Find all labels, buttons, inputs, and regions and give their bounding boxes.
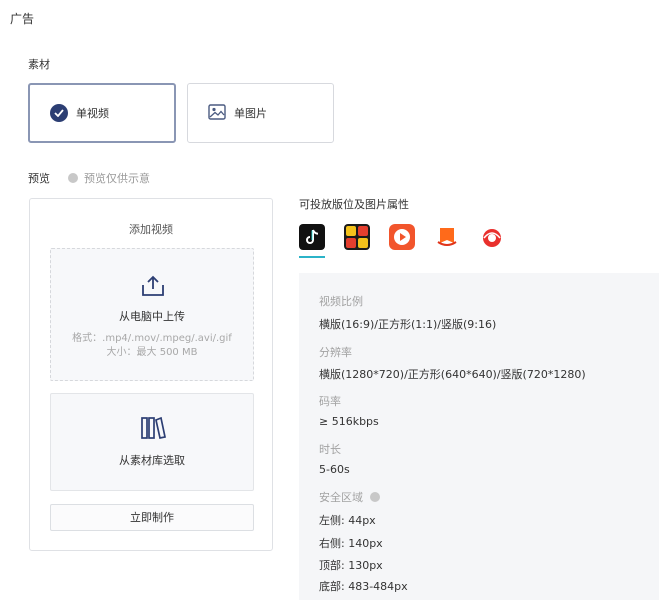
- make-now-button[interactable]: 立即制作: [50, 504, 254, 531]
- safe-area-right: 右侧: 140px: [319, 537, 383, 550]
- spec-label-ratio: 视频比例: [319, 295, 363, 308]
- platform-puzzle[interactable]: [344, 224, 370, 250]
- platform-list: [299, 224, 524, 250]
- platform-video[interactable]: [389, 224, 415, 250]
- spec-value-bitrate: ≥ 516kbps: [319, 415, 379, 428]
- safe-area-top: 顶部: 130px: [319, 559, 383, 572]
- upload-drop-zone[interactable]: 从电脑中上传 格式：.mp4/.mov/.mpeg/.avi/.gif 大小：最…: [50, 248, 254, 381]
- spec-label-bitrate: 码率: [319, 395, 341, 408]
- spec-panel: 视频比例 横版(16:9)/正方形(1:1)/竖版(9:16) 分辨率 横版(1…: [299, 273, 659, 600]
- spec-label-safe-area: 安全区域: [319, 489, 380, 505]
- platform-red[interactable]: [479, 224, 505, 250]
- library-select-zone[interactable]: 从素材库选取: [50, 393, 254, 491]
- platform-tiktok[interactable]: [299, 224, 325, 250]
- material-option-image-label: 单图片: [234, 107, 267, 120]
- spec-label-resolution: 分辨率: [319, 346, 352, 359]
- platform-reader[interactable]: [434, 224, 460, 250]
- spec-value-resolution: 横版(1280*720)/正方形(640*640)/竖版(720*1280): [319, 368, 586, 381]
- section-title: 广告: [10, 12, 35, 26]
- red-app-icon: [479, 224, 505, 250]
- video-play-icon: [389, 224, 415, 250]
- app-puzzle-icon: [344, 224, 370, 250]
- safe-area-bottom: 底部: 483-484px: [319, 580, 408, 593]
- preview-hint: 预览仅供示意: [68, 170, 150, 186]
- library-icon: [139, 416, 167, 443]
- placements-title: 可投放版位及图片属性: [299, 198, 409, 211]
- upload-icon: [140, 275, 166, 300]
- material-option-image[interactable]: 单图片: [187, 83, 334, 143]
- tiktok-icon: [299, 224, 325, 250]
- spec-label-duration: 时长: [319, 443, 341, 456]
- preview-label: 预览: [28, 172, 50, 185]
- preview-hint-text: 预览仅供示意: [84, 172, 150, 185]
- info-icon: [68, 173, 78, 183]
- reader-bookmark-icon: [434, 224, 460, 250]
- safe-area-info-icon[interactable]: [370, 492, 380, 502]
- upload-panel: 添加视频 从电脑中上传 格式：.mp4/.mov/.mpeg/.avi/.gif…: [29, 198, 273, 551]
- upload-panel-title: 添加视频: [129, 223, 173, 236]
- upload-drop-size: 大小：最大 500 MB: [106, 347, 198, 358]
- spec-value-duration: 5-60s: [319, 463, 350, 476]
- platform-active-indicator: [299, 256, 325, 258]
- spec-value-ratio: 横版(16:9)/正方形(1:1)/竖版(9:16): [319, 318, 497, 331]
- upload-drop-formats: 格式：.mp4/.mov/.mpeg/.avi/.gif: [72, 333, 232, 344]
- check-circle-icon: [50, 104, 68, 122]
- safe-area-left: 左侧: 44px: [319, 514, 376, 527]
- upload-drop-main: 从电脑中上传: [119, 310, 185, 323]
- material-option-video-label: 单视频: [76, 107, 109, 120]
- material-label: 素材: [28, 58, 50, 71]
- library-select-label: 从素材库选取: [119, 454, 185, 467]
- material-option-video[interactable]: 单视频: [28, 83, 176, 143]
- image-icon: [208, 103, 226, 123]
- safe-area-label-text: 安全区域: [319, 491, 363, 504]
